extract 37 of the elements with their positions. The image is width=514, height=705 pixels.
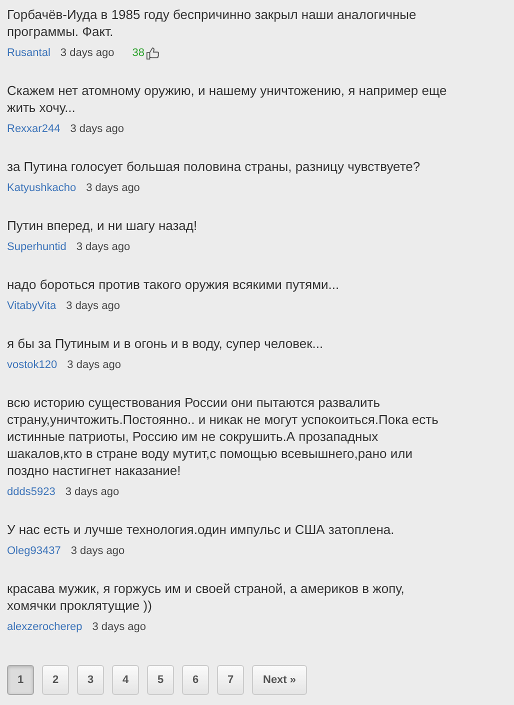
comment-time: 3 days ago	[92, 620, 146, 634]
comment-text: Скажем нет атомному оружию, и нашему уничтожению, я например еще жить хочу...	[7, 82, 447, 116]
page-button[interactable]: 2	[42, 665, 69, 695]
page-button[interactable]: 6	[182, 665, 209, 695]
comment-time: 3 days ago	[70, 544, 125, 558]
username-link[interactable]: alexzerocherep	[7, 620, 82, 634]
username-link[interactable]: Oleg93437	[7, 544, 61, 558]
username-link[interactable]: Rusantal	[7, 46, 50, 60]
comment-time: 3 days ago	[70, 122, 124, 136]
comment-text: Путин вперед, и ни шагу назад!	[7, 217, 198, 234]
comment-time: 3 days ago	[67, 358, 121, 372]
comment-time: 3 days ago	[86, 181, 140, 195]
username-link[interactable]: VitabyVita	[7, 299, 56, 313]
comment-time: 3 days ago	[60, 46, 114, 60]
thumbs-up-icon[interactable]	[146, 46, 158, 60]
comment-time: 3 days ago	[76, 240, 130, 254]
page-button[interactable]: 4	[112, 665, 139, 695]
username-link[interactable]: Superhuntid	[7, 240, 66, 254]
comment-text: за Путина голосует большая половина страны, разницу чувствуете?	[7, 158, 422, 175]
like-count: 38	[132, 46, 144, 60]
comment-text: я бы за Путиным и в огонь и в воду, супер человек...	[7, 335, 324, 352]
page-button[interactable]: Next »	[252, 665, 308, 695]
comment-text: всю историю существования России они пытаются развалить страну,уничтожить.Постоянно.. и никак не могут успокоиться.Пока есть истинные патриоты, Россию им не сокрушить.А прозападных шакалов,кто в стране воду мутит,с помощью всевышнего,рано или поздно настигнет наказание!	[7, 394, 440, 479]
current-page-button[interactable]: 1	[7, 665, 34, 695]
comment-text: красава мужик, я горжусь им и своей страной, а америков в жопу, хомячки проклятущие ))	[7, 580, 406, 614]
page-button[interactable]: 5	[147, 665, 174, 695]
username-link[interactable]: vostok120	[7, 358, 58, 372]
comment-time: 3 days ago	[65, 485, 120, 499]
username-link[interactable]: ddds5923	[7, 485, 56, 499]
comment-text: надо бороться против такого оружия всякими путями...	[7, 276, 340, 293]
page-button[interactable]: 3	[77, 665, 104, 695]
username-link[interactable]: Katyushkacho	[7, 181, 76, 195]
comment-text: У нас есть и лучше технология.один импульс и США затоплена.	[7, 521, 396, 538]
comment-time: 3 days ago	[66, 299, 120, 313]
page-button[interactable]: 7	[217, 665, 244, 695]
username-link[interactable]: Rexxar244	[7, 122, 60, 136]
comment-text: Горбачёв-Иуда в 1985 году беспричинно закрыл наши аналогичные программы. Факт.	[7, 6, 418, 40]
